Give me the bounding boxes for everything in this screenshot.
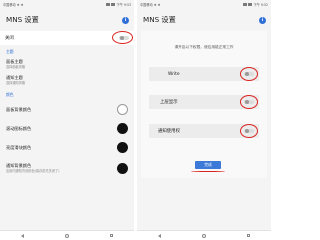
- recent-apps-icon[interactable]: [246, 233, 251, 238]
- home-icon[interactable]: [201, 233, 206, 238]
- wifi-icon: [106, 3, 111, 6]
- app-bar: MNS 设置 i: [0, 9, 134, 31]
- annotation-circle: [240, 67, 258, 81]
- permissions-dialog: 请开启以下权限，使应用能正常工作 Write 上层显示 通知使用权 完成: [141, 31, 267, 178]
- setting-subtitle: 选择通知风格: [6, 80, 26, 85]
- back-icon[interactable]: [20, 233, 24, 238]
- permission-row-write[interactable]: Write: [149, 67, 259, 81]
- color-swatch[interactable]: [117, 142, 128, 154]
- setting-notification-bg-color[interactable]: 通知背景颜色 应用内通知背景颜色(保存前先关闭了): [0, 157, 134, 180]
- status-bar: 中国移动 ❖ ❖ 下午 9:53: [0, 0, 134, 9]
- clock-text: 下午 9:53: [116, 3, 131, 7]
- info-icon[interactable]: i: [259, 16, 266, 24]
- annotation-circle: [240, 124, 258, 138]
- color-swatch[interactable]: [117, 104, 128, 116]
- clock-text: 下午 9:52: [253, 3, 268, 7]
- permissions-screen: 中国移动 ❖ ❖ 下午 9:52 MNS 设置 i 请开启以下权限，使应用能正常…: [137, 0, 271, 240]
- done-button[interactable]: 完成: [195, 161, 221, 169]
- setting-title: 亮度滑块颜色: [6, 144, 32, 150]
- setting-scroll-icon-color[interactable]: 滚动图标颜色: [0, 119, 134, 139]
- system-nav-bar: [0, 230, 134, 240]
- section-header-theme: 主题: [0, 45, 134, 57]
- battery-icon: [111, 3, 116, 6]
- setting-panel-bg-color[interactable]: 面板背景颜色: [0, 100, 134, 120]
- page-title: MNS 设置: [6, 15, 39, 24]
- app-bar: MNS 设置 i: [137, 9, 271, 31]
- section-header-color: 颜色: [0, 88, 134, 101]
- permission-row-notification-access[interactable]: 通知使用权: [149, 124, 259, 138]
- status-icons: 下午 9:52: [243, 2, 268, 7]
- setting-title: 面板背景颜色: [6, 106, 32, 112]
- carrier-text: 中国移动 ❖ ❖: [3, 3, 24, 7]
- permission-label: 通知使用权: [158, 129, 180, 134]
- page-title: MNS 设置: [143, 15, 176, 24]
- permission-row-overlay[interactable]: 上层显示: [149, 95, 259, 109]
- back-icon[interactable]: [157, 233, 161, 238]
- home-icon[interactable]: [64, 233, 69, 238]
- setting-title: 滚动图标颜色: [6, 125, 32, 131]
- annotation-circle: [112, 31, 133, 44]
- setting-panel-theme[interactable]: 面板主题 选择面板风格: [0, 57, 134, 73]
- battery-icon: [248, 3, 253, 6]
- status-icons: 下午 9:53: [106, 2, 131, 7]
- color-swatch[interactable]: [117, 123, 128, 135]
- master-switch-row[interactable]: 关闭: [0, 31, 134, 45]
- setting-subtitle: 选择面板风格: [6, 65, 26, 69]
- master-switch-label: 关闭: [5, 36, 14, 41]
- setting-subtitle: 应用内通知背景颜色(保存前先关闭了): [6, 168, 60, 173]
- setting-brightness-slider-color[interactable]: 亮度滑块颜色: [0, 138, 134, 158]
- settings-screen: 中国移动 ❖ ❖ 下午 9:53 MNS 设置 i 关闭 主题 面板主题 选择面…: [0, 0, 134, 240]
- status-bar: 中国移动 ❖ ❖ 下午 9:52: [137, 0, 271, 9]
- permission-label: Write: [168, 71, 180, 77]
- carrier-text: 中国移动 ❖ ❖: [140, 3, 161, 7]
- info-icon[interactable]: i: [122, 16, 129, 24]
- annotation-circle: [240, 95, 258, 109]
- permission-message: 请开启以下权限，使应用能正常工作: [174, 45, 234, 49]
- permission-label: 上层显示: [160, 100, 178, 105]
- setting-notification-theme[interactable]: 通知主题 选择通知风格: [0, 72, 134, 89]
- annotation-underline: [191, 171, 225, 172]
- system-nav-bar: [137, 230, 271, 240]
- color-swatch[interactable]: [117, 162, 128, 174]
- recent-apps-icon[interactable]: [109, 233, 114, 238]
- wifi-icon: [243, 3, 248, 6]
